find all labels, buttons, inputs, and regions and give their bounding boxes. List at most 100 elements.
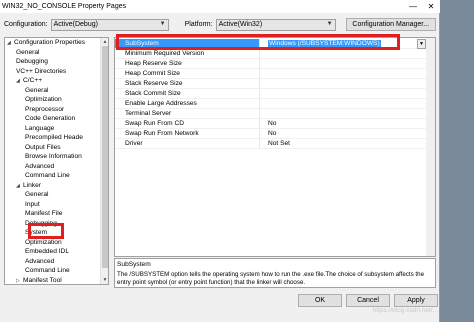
tree-item-label: General [25,191,49,198]
tree-item-label: Language [25,124,55,132]
tree-item-label: Preprocessor [25,105,65,113]
apply-button[interactable]: Apply [394,294,438,307]
scroll-up-icon[interactable]: ▲ [101,38,108,46]
tree-item[interactable]: Debugging [5,57,108,67]
close-button[interactable]: ✕ [422,0,440,13]
tree-item[interactable]: Precompiled Heade [5,133,108,143]
property-value [259,89,426,98]
property-row[interactable]: Stack Commit Size [115,89,426,99]
tree-item[interactable]: ▷ Manifest Tool [5,276,108,285]
cancel-button[interactable]: Cancel [346,294,390,307]
tree-item-label: VC++ Directories [16,67,67,75]
tree-item[interactable]: Advanced [5,162,108,172]
property-name: Terminal Server [125,110,172,117]
property-tree[interactable]: ◢ Configuration Properties General Debuggin… [4,37,109,285]
tree-item-label: Advanced [25,257,55,265]
property-value [259,59,426,68]
tree-item[interactable]: Optimization [5,95,108,105]
tree-item[interactable]: VC++ Directories [5,67,108,77]
tree-item[interactable]: ◢ Configuration Properties [5,38,108,48]
tree-item[interactable]: General [5,86,108,96]
ok-button[interactable]: OK [298,294,342,307]
grid-scrollbar[interactable] [426,38,435,256]
tree-item-label: Code Generation [25,115,76,122]
property-name: Swap Run From CD [125,120,184,127]
property-row[interactable]: Enable Large Addresses [115,99,426,109]
watermark: https://blog.csdn.net/... [372,307,438,314]
tree-item-label: Optimization [25,96,62,103]
tree-item[interactable]: General [5,190,108,200]
tree-item[interactable]: Command Line [5,171,108,181]
chevron-down-icon: ▼ [159,20,166,27]
property-value [259,79,426,88]
tree-item[interactable]: Language [5,124,108,134]
tree-item[interactable]: Manifest File [5,209,108,219]
property-name: Heap Commit Size [125,70,180,77]
scroll-thumb[interactable] [102,46,108,268]
property-row[interactable]: Driver Not Set [115,139,426,149]
tree-item-label: Linker [23,181,41,189]
chevron-down-icon[interactable]: ▼ [417,39,426,49]
configuration-select[interactable]: Active(Debug) ▼ [50,18,169,31]
tree-item[interactable]: Output Files [5,143,108,153]
property-value-text: No [268,130,277,137]
description-title: SubSystem [117,261,151,268]
property-row[interactable]: Heap Reserve Size [115,59,426,69]
tree-item[interactable]: ◢ Linker [5,181,108,191]
property-value: Not Set [259,139,426,148]
configuration-manager-button[interactable]: Configuration Manager... [345,18,436,31]
tree-item-label: Configuration Properties [14,39,86,46]
property-name: Stack Reserve Size [125,80,183,87]
tree-item-label: Embedded IDL [25,248,69,255]
tree-item[interactable]: Command Line [5,266,108,276]
property-name: Driver [125,140,143,147]
configuration-label: Configuration: [4,21,48,28]
tree-item[interactable]: Embedded IDL [5,247,108,257]
property-name: Swap Run From Network [125,130,199,137]
property-row[interactable]: Swap Run From Network No [115,129,426,139]
tree-item[interactable]: Advanced [5,257,108,267]
property-row[interactable]: Heap Commit Size [115,69,426,79]
tree-item[interactable]: Preprocessor [5,105,108,115]
tree-scrollbar[interactable]: ▲ ▼ [100,38,108,284]
property-value: No [259,119,426,128]
tree-item[interactable]: Input [5,200,108,210]
property-grid: SubSystem Windows (/SUBSYSTEM:WINDOWS) ▼ Mi… [114,37,436,257]
tree-item-label: Advanced [25,162,55,170]
property-name: Heap Reserve Size [125,60,182,67]
description-text: The /SUBSYSTEM option tells the operatin… [117,271,425,286]
expander-icon[interactable]: ▷ [16,277,23,285]
tree-item[interactable]: Code Generation [5,114,108,124]
property-row[interactable]: Terminal Server [115,109,426,119]
platform-select[interactable]: Active(Win32) ▼ [215,18,336,31]
property-row[interactable]: Stack Reserve Size [115,79,426,89]
tree-item-label: Manifest File [25,210,63,217]
tree-item-label: Browse Information [25,153,82,160]
chevron-down-icon: ▼ [326,20,333,27]
tree-item-label: Input [25,200,40,208]
window-title: WIN32_NO_CONSOLE Property Pages [2,3,127,10]
tree-item-label: Command Line [25,172,70,179]
property-name: Stack Commit Size [125,90,181,97]
tree-item-label: Precompiled Heade [25,134,83,141]
tree-item[interactable]: ◢ C/C++ [5,76,108,86]
minimize-button[interactable]: — [404,0,422,13]
configuration-row: Configuration: Active(Debug) ▼ Platform:… [4,18,436,31]
tree-item-label: Debugging [16,58,48,65]
property-value [259,69,426,78]
tree-item-label: General [25,86,49,94]
platform-value: Active(Win32) [218,21,263,28]
property-value [259,99,426,108]
property-value [259,49,426,58]
title-bar: WIN32_NO_CONSOLE Property Pages — ✕ [0,0,440,13]
scroll-down-icon[interactable]: ▼ [101,276,108,284]
tree-item-label: Output Files [25,143,61,151]
property-name: Enable Large Addresses [125,100,197,107]
tree-item-label: Command Line [25,267,70,274]
property-value-text: No [268,120,277,127]
property-value: No [259,129,426,138]
property-row[interactable]: Minimum Required Version [115,49,426,59]
tree-item[interactable]: Browse Information [5,152,108,162]
tree-item[interactable]: General [5,48,108,58]
property-row[interactable]: Swap Run From CD No [115,119,426,129]
